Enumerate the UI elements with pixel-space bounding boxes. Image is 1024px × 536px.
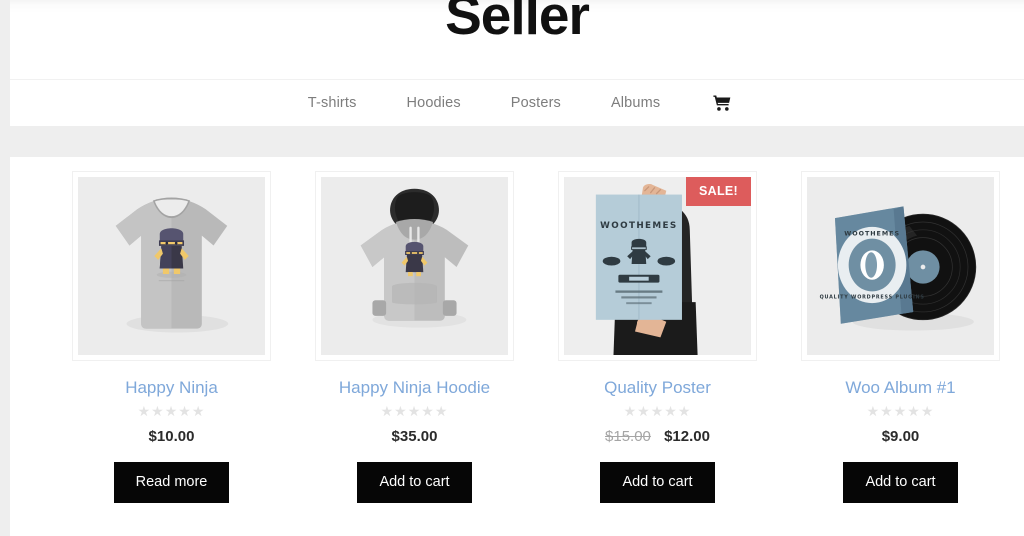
shop-content: Happy Ninja ★★★★★ $10.00 Read more Happy… <box>10 157 1024 536</box>
main-navigation: T-shirts Hoodies Posters Albums <box>10 80 1024 126</box>
cart-link[interactable] <box>685 95 751 112</box>
product-grid: Happy Ninja ★★★★★ $10.00 Read more Happy… <box>50 157 1000 503</box>
product-price: $35.00 <box>293 428 536 446</box>
nav-item-albums[interactable]: Albums <box>586 94 685 112</box>
price-current: $9.00 <box>881 428 920 446</box>
svg-text:QUALITY WORDPRESS PLUGINS: QUALITY WORDPRESS PLUGINS <box>820 294 925 300</box>
product-price: $15.00 $12.00 <box>536 428 779 446</box>
product-card: SALE! WOOTHEMES Quality Poster ★★★★★ $15… <box>536 171 779 503</box>
product-action-button[interactable]: Add to cart <box>843 462 958 503</box>
happy-ninja-tshirt-photo <box>78 177 265 355</box>
nav-item-posters[interactable]: Posters <box>486 94 586 112</box>
nav-link-posters[interactable]: Posters <box>511 95 561 111</box>
product-title-link[interactable]: Happy Ninja Hoodie <box>293 378 536 398</box>
price-current: $10.00 <box>148 428 195 446</box>
nav-item-t-shirts[interactable]: T-shirts <box>283 94 382 112</box>
nav-link-albums[interactable]: Albums <box>611 95 660 111</box>
nav-list: T-shirts Hoodies Posters Albums <box>283 94 751 112</box>
site-header: Seller <box>10 0 1024 80</box>
shopping-cart-icon[interactable] <box>713 95 731 112</box>
star-rating[interactable]: ★★★★★ <box>50 404 293 418</box>
price-original: $15.00 <box>605 428 651 446</box>
happy-ninja-hoodie-photo <box>321 177 508 355</box>
svg-text:WOOTHEMES: WOOTHEMES <box>600 221 677 231</box>
page-root: Seller T-shirts Hoodies Posters Albums H… <box>0 0 1024 536</box>
woo-album-vinyl-photo: WOOTHEMES QUALITY WORDPRESS PLUGINS <box>807 177 994 355</box>
product-price: $10.00 <box>50 428 293 446</box>
product-card: Happy Ninja Hoodie ★★★★★ $35.00 Add to c… <box>293 171 536 503</box>
product-thumbnail[interactable] <box>315 171 514 361</box>
nav-item-hoodies[interactable]: Hoodies <box>382 94 486 112</box>
nav-link-hoodies[interactable]: Hoodies <box>407 95 461 111</box>
price-current: $35.00 <box>391 428 438 446</box>
product-price: $9.00 <box>779 428 1022 446</box>
page-title: Seller <box>445 0 590 46</box>
product-card: WOOTHEMES QUALITY WORDPRESS PLUGINS Woo … <box>779 171 1022 503</box>
product-thumbnail[interactable] <box>72 171 271 361</box>
product-action-button[interactable]: Add to cart <box>357 462 472 503</box>
section-divider-band <box>10 126 1024 157</box>
product-title-link[interactable]: Quality Poster <box>536 378 779 398</box>
product-thumbnail[interactable]: WOOTHEMES QUALITY WORDPRESS PLUGINS <box>801 171 1000 361</box>
star-rating[interactable]: ★★★★★ <box>293 404 536 418</box>
product-action-button[interactable]: Add to cart <box>600 462 715 503</box>
nav-link-t-shirts[interactable]: T-shirts <box>308 95 357 111</box>
product-title-link[interactable]: Happy Ninja <box>50 378 293 398</box>
product-thumbnail[interactable]: SALE! WOOTHEMES <box>558 171 757 361</box>
product-card: Happy Ninja ★★★★★ $10.00 Read more <box>50 171 293 503</box>
sale-badge: SALE! <box>686 177 751 206</box>
price-current: $12.00 <box>664 428 710 446</box>
product-action-button[interactable]: Read more <box>113 462 230 503</box>
star-rating[interactable]: ★★★★★ <box>536 404 779 418</box>
star-rating[interactable]: ★★★★★ <box>779 404 1022 418</box>
svg-text:WOOTHEMES: WOOTHEMES <box>844 231 900 238</box>
product-title-link[interactable]: Woo Album #1 <box>779 378 1022 398</box>
